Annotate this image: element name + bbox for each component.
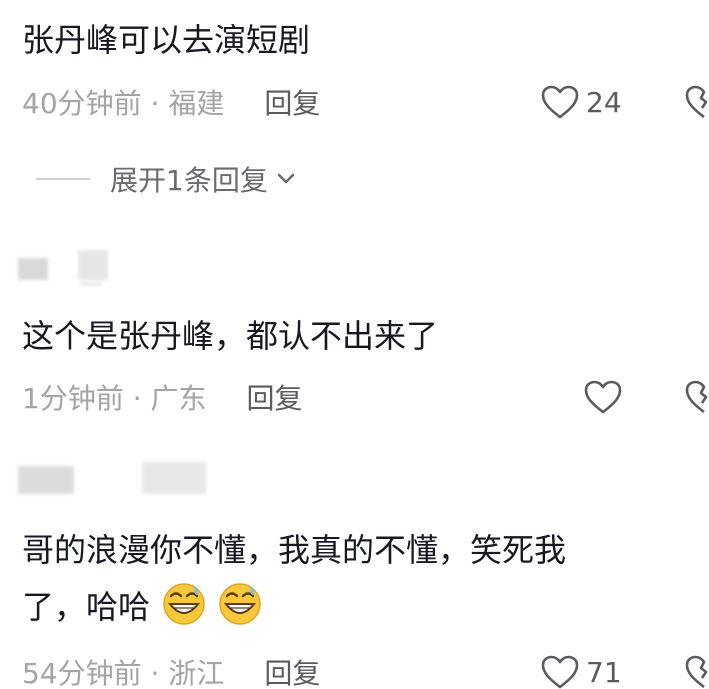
reply-button[interactable]: 回复 bbox=[264, 82, 320, 122]
dislike-button[interactable] bbox=[684, 377, 709, 417]
chevron-down-icon bbox=[277, 173, 295, 184]
username-shadow bbox=[80, 282, 102, 286]
broken-heart-icon bbox=[685, 655, 708, 689]
comment-text: 这个是张丹峰，都认不出来了 bbox=[22, 317, 439, 355]
heart-outline-icon bbox=[584, 380, 622, 414]
grinning-sweat-emoji bbox=[219, 583, 262, 625]
comment-text-line: 哥的浪漫你不懂，我真的不懂，笑死我 bbox=[22, 531, 567, 569]
dislike-button[interactable] bbox=[684, 82, 709, 122]
comment-text-line2: 了，哈哈 bbox=[22, 582, 262, 631]
like-count: 24 bbox=[586, 85, 622, 119]
comment-time-location: 54分钟前 · 浙江 bbox=[22, 657, 225, 689]
reply-button[interactable]: 回复 bbox=[247, 377, 303, 417]
avatar[interactable] bbox=[18, 258, 48, 280]
like-button[interactable] bbox=[583, 377, 629, 417]
comment-meta: 1分钟前 · 广东 回复 bbox=[22, 377, 303, 417]
expand-replies-button[interactable]: 展开1条回复 bbox=[36, 158, 298, 200]
divider-line bbox=[36, 178, 90, 180]
like-count: 71 bbox=[586, 655, 622, 689]
comment-meta: 40分钟前 · 福建 回复 bbox=[22, 82, 320, 122]
dislike-button[interactable] bbox=[684, 652, 709, 689]
broken-heart-icon bbox=[685, 380, 708, 414]
comment-text: 张丹峰可以去演短剧 bbox=[22, 21, 311, 59]
expand-replies-label: 展开1条回复 bbox=[110, 164, 268, 197]
comment-text-tail: 了，哈哈 bbox=[22, 588, 151, 626]
comment-list: 张丹峰可以去演短剧 40分钟前 · 福建 回复 24 展开1条回复 这个是张丹峰… bbox=[0, 0, 709, 689]
like-button[interactable]: 24 bbox=[540, 82, 622, 122]
username[interactable] bbox=[78, 250, 108, 280]
reply-button[interactable]: 回复 bbox=[264, 652, 320, 689]
like-button[interactable]: 71 bbox=[540, 652, 622, 689]
comment-time-location: 40分钟前 · 福建 bbox=[22, 87, 225, 120]
heart-outline-icon bbox=[541, 655, 579, 689]
heart-outline-icon bbox=[541, 85, 579, 119]
avatar[interactable] bbox=[18, 466, 74, 494]
grinning-sweat-emoji bbox=[163, 583, 205, 625]
broken-heart-icon bbox=[685, 85, 708, 119]
comment-time-location: 1分钟前 · 广东 bbox=[22, 382, 207, 415]
username[interactable] bbox=[142, 462, 206, 494]
comment-meta: 54分钟前 · 浙江 回复 bbox=[22, 652, 320, 689]
